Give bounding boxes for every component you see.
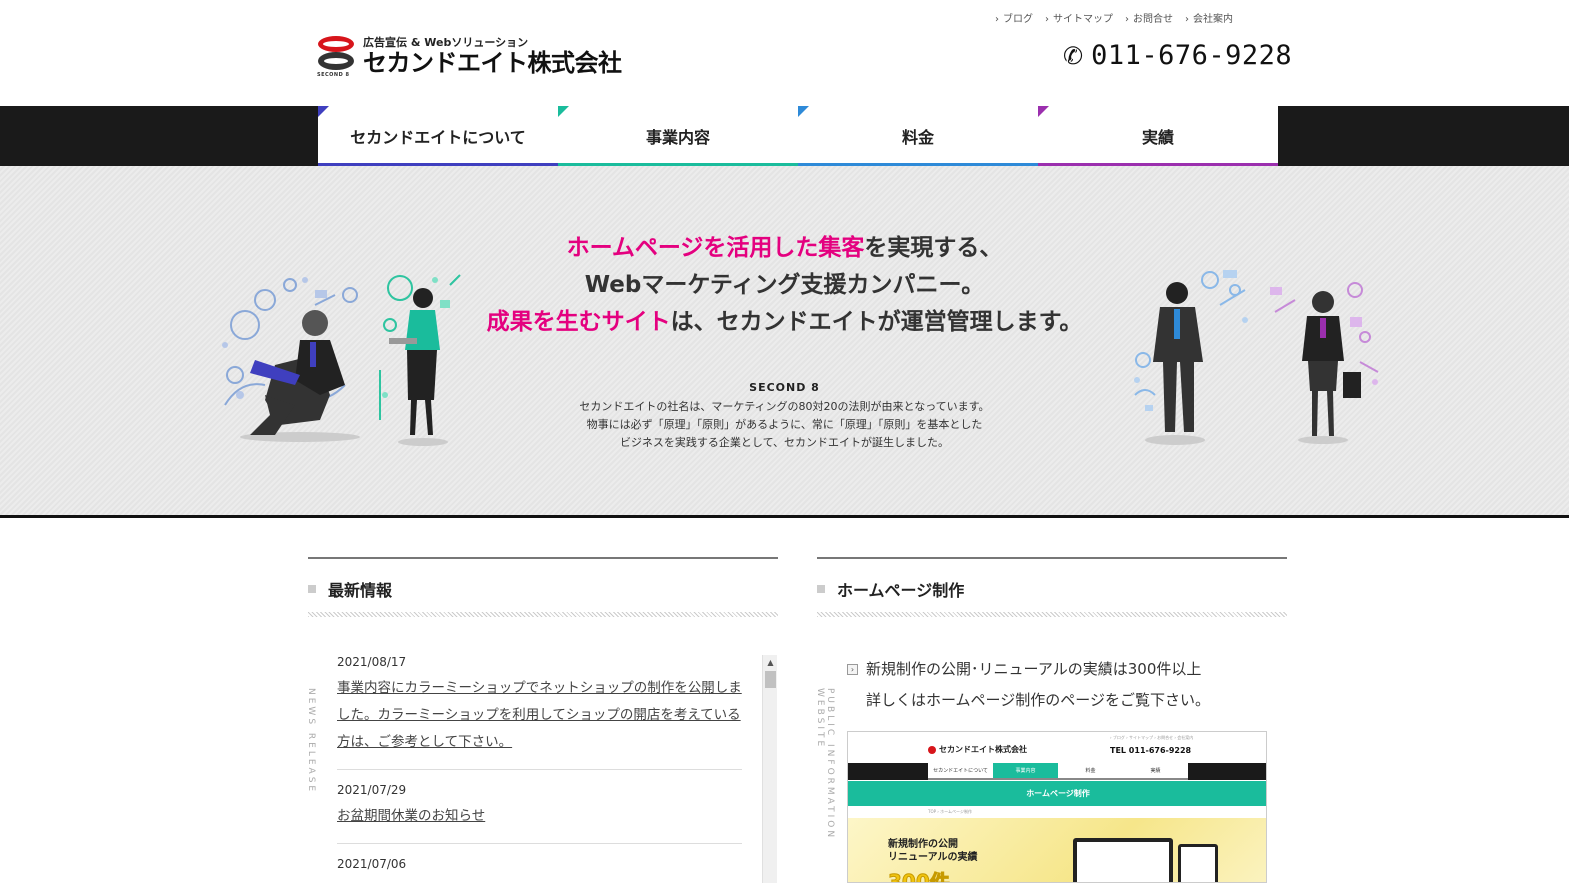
scroll-up-icon[interactable]: ▲ [763,655,778,670]
util-link-sitemap[interactable]: サイトマップ [1045,10,1113,25]
util-link-contact[interactable]: お問合せ [1125,10,1173,25]
hero-description: セカンドエイトの社名は、マーケティングの80対20の法則が由来となっています。 … [0,398,1569,452]
util-link-company[interactable]: 会社案内 [1185,10,1233,25]
news-item: 2021/07/06 [337,857,742,883]
phone-contact[interactable]: ✆ 011-676-9228 [1063,40,1292,71]
news-item: 2021/07/29 お盆期間休業のお知らせ [337,783,742,844]
thumb-phone: TEL 011-676-9228 [1110,746,1192,755]
hero-headline: ホームページを活用した集客を実現する、 Webマーケティング支援カンパニー。 成… [0,230,1569,341]
nav-item-services[interactable]: 事業内容 [558,106,798,166]
news-link[interactable]: お盆期間休業のお知らせ [337,803,742,830]
nav-item-pricing[interactable]: 料金 [798,106,1038,166]
homepage-line: › 新規制作の公開･リニューアルの実績は300件以上 [847,654,1210,685]
corner-triangle-icon [798,106,809,117]
news-section-title: 最新情報 [308,577,392,601]
thumb-breadcrumb: TOP › ホームページ制作 [928,809,972,814]
hero-divider [0,515,1569,518]
news-date: 2021/07/29 [337,783,407,797]
news-scrollbar[interactable]: ▲ [762,655,777,883]
thumb-hero-line: リニューアルの実績 [888,852,978,863]
thumb-hero-line: 新規制作の公開 [888,839,958,850]
homepage-section-header: ホームページ制作 [817,557,1287,617]
news-item: 2021/08/17 事業内容にカラーミーショップでネットショップの制作を公開し… [337,655,742,770]
scroll-thumb[interactable] [765,671,776,688]
nav-item-label: セカンドエイトについて [350,128,526,147]
thumb-nav-item: セカンドエイトについて [928,763,993,780]
hero-line3-rest: は、セカンドエイトが運営管理します。 [670,309,1083,335]
thumb-nav-item: 料金 [1058,763,1123,780]
homepage-description: › 新規制作の公開･リニューアルの実績は300件以上 詳しくはホームページ制作の… [847,654,1210,716]
corner-triangle-icon [318,106,329,117]
homepage-line-text: 詳しくはホームページ制作のページをご覧下さい。 [866,691,1210,709]
hero-description-line: セカンドエイトの社名は、マーケティングの80対20の法則が由来となっています。 [579,400,990,413]
thumb-hero-number: 300件 [888,870,951,883]
laptop-icon [1073,838,1173,882]
news-vertical-label: NEWS RELEASE [306,688,316,795]
hero-line3-highlight: 成果を生むサイト [486,309,671,335]
homepage-thumbnail[interactable]: › ブログ › サイトマップ › お問合せ › 会社案内 セカンドエイト株式会社… [847,731,1267,883]
hero-sub-title: SECOND 8 [749,381,820,394]
nav-item-label: 事業内容 [645,128,710,147]
thumb-nav-item: 実績 [1123,763,1188,780]
news-date: 2021/07/06 [337,857,407,871]
nav-item-works[interactable]: 実績 [1038,106,1278,166]
nav-item-label: 料金 [901,128,934,147]
util-link-blog[interactable]: ブログ [995,10,1033,25]
company-logo[interactable]: SECOND 8 広告宣伝 & Webソリューション セカンドエイト株式会社 [317,35,622,79]
thumb-nav: セカンドエイトについて 事業内容 料金 実績 [848,763,1266,780]
utility-nav: ブログ サイトマップ お問合せ 会社案内 [995,10,1233,25]
news-date: 2021/08/17 [337,655,407,669]
company-name: セカンドエイト株式会社 [363,48,622,77]
thumb-logo: セカンドエイト株式会社 [928,744,1027,755]
homepage-vertical-label: PUBLIC INFORMATION WEBSITE [815,688,835,841]
news-link[interactable]: 事業内容にカラーミーショップでネットショップの制作を公開しました。カラーミーショ… [337,675,742,756]
thumb-banner: ホームページ制作 [848,781,1266,806]
nav-item-about[interactable]: セカンドエイトについて [318,106,558,166]
tablet-icon [1178,844,1218,882]
hero-line1-rest: を実現する、 [864,235,1003,261]
corner-triangle-icon [558,106,569,117]
logo-mark-text: SECOND 8 [317,72,350,78]
nav-item-label: 実績 [1141,128,1174,147]
hero-description-line: 物事には必ず「原理」「原則」があるように、常に「原理」「原則」を基本とした [586,418,983,431]
phone-icon: ✆ [1063,41,1084,70]
phone-number: 011-676-9228 [1091,40,1293,71]
news-section-header: 最新情報 [308,557,778,617]
bullet-arrow-icon: › [847,664,858,675]
site-header: SECOND 8 広告宣伝 & Webソリューション セカンドエイト株式会社 ブ… [0,0,1569,106]
corner-triangle-icon [1038,106,1049,117]
thumb-hero-text: 新規制作の公開 リニューアルの実績 [888,838,978,864]
thumb-util-nav: › ブログ › サイトマップ › お問合せ › 会社案内 [1110,735,1194,740]
thumb-nav-item: 事業内容 [993,763,1058,780]
hero-line1-highlight: ホームページを活用した集客 [566,235,865,261]
homepage-section-title: ホームページ制作 [817,577,964,601]
news-list: 2021/08/17 事業内容にカラーミーショップでネットショップの制作を公開し… [337,655,742,883]
hero-description-line: ビジネスを実践する企業として、セカンドエイトが誕生しました。 [619,436,950,449]
logo-mark-icon: SECOND 8 [317,35,355,78]
logo-tagline: 広告宣伝 & Webソリューション [363,35,529,49]
homepage-line-text: 新規制作の公開･リニューアルの実績は300件以上 [866,660,1202,678]
hero-line2: Webマーケティング支援カンパニー。 [584,272,985,298]
global-nav: セカンドエイトについて 事業内容 料金 実績 [0,106,1569,166]
